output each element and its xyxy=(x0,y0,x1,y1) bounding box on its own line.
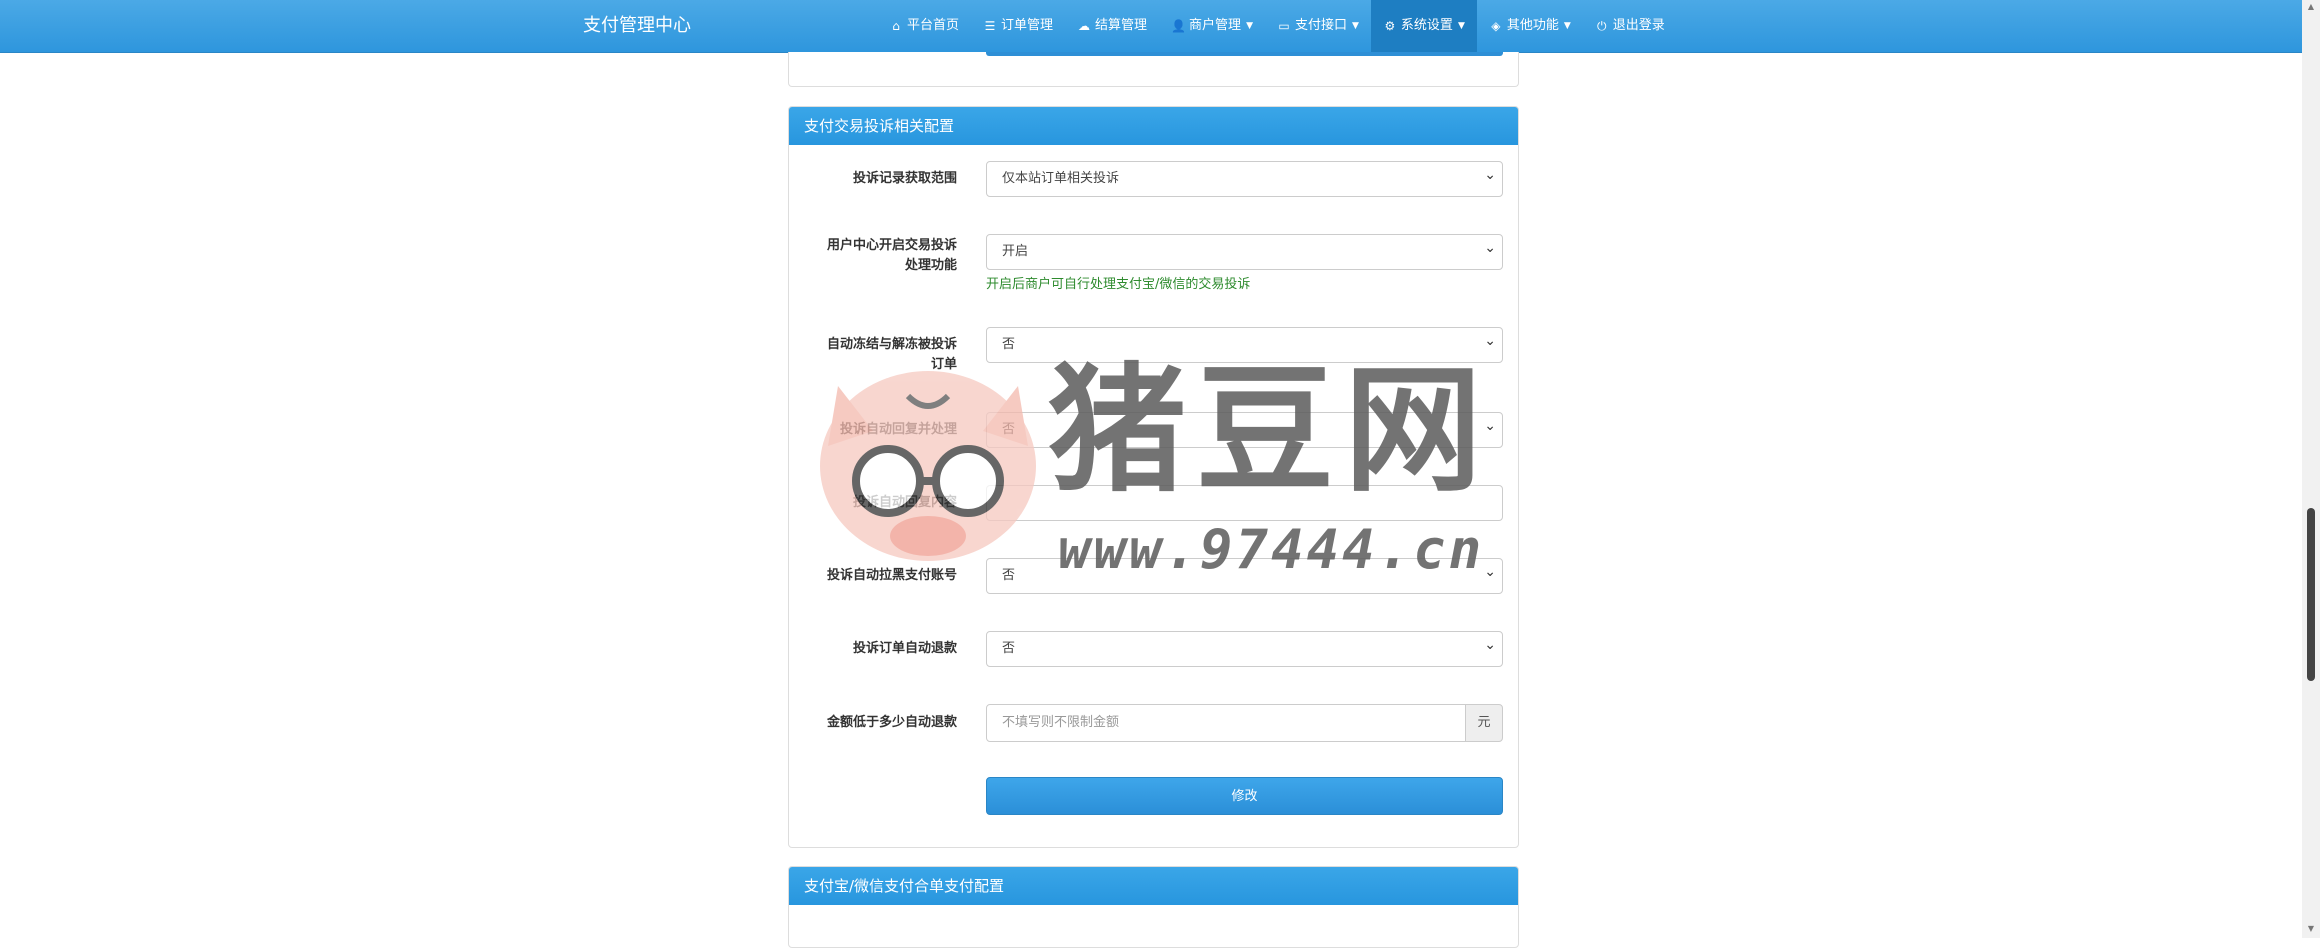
nav-item-label: 平台首页 xyxy=(907,18,960,33)
nav-item-label: 系统设置 xyxy=(1400,18,1453,33)
caret-down-icon: ▼ xyxy=(1352,21,1359,31)
list-icon: ☰ xyxy=(984,19,996,33)
auto-refund-select[interactable]: 否 xyxy=(986,628,1503,667)
help-text: 开启后商户可自行处理支付宝/微信的交易投诉 xyxy=(986,277,1251,292)
submit-button[interactable]: 修改 xyxy=(986,777,1503,815)
power-icon: ⏻ xyxy=(1597,19,1607,33)
previous-submit-button[interactable] xyxy=(986,52,1503,56)
field-label: 投诉自动回复内容 xyxy=(852,495,957,510)
gear-icon: ⚙ xyxy=(1384,19,1396,33)
nav-item-label: 其他功能 xyxy=(1506,18,1559,33)
field-label-line: 订单 xyxy=(930,357,957,372)
caret-down-icon: ▼ xyxy=(1563,21,1571,31)
nav-item-label: 商户管理 xyxy=(1189,18,1242,33)
currency-addon: 元 xyxy=(1465,704,1503,742)
reply-content-input[interactable] xyxy=(986,485,1503,521)
user-icon: 👤 xyxy=(1171,19,1186,33)
user-center-select[interactable]: 开启 xyxy=(986,231,1503,270)
field-label-line: 用户中心开启交易投诉 xyxy=(826,238,957,253)
complaint-config-panel: 支付交易投诉相关配置 投诉记录获取范围 仅本站订单相关投诉 用户中心开启交易投诉… xyxy=(788,106,1519,848)
field-label: 投诉记录获取范围 xyxy=(852,171,957,186)
top-navbar: 支付管理中心 ⌂ 平台首页 ☰ 订单管理 ☁ 结算管理 👤 商户管理 ▼ ▭ 支付接口 ▼ ⚙ 系统设置 ▼… xyxy=(0,0,2302,53)
nav-item-2[interactable]: ☁ 结算管理 xyxy=(1065,0,1159,52)
field-label: 投诉自动拉黑支付账号 xyxy=(826,568,957,583)
nav-item-5[interactable]: ⚙ 系统设置 ▼ xyxy=(1370,0,1477,52)
field-label-line: 自动冻结与解冻被投诉 xyxy=(826,337,957,352)
nav-item-7[interactable]: ⏻ 退出登录 xyxy=(1583,0,1677,52)
scroll-thumb[interactable] xyxy=(2307,508,2315,681)
field-label: 用户中心开启交易投诉 处理功能 xyxy=(789,236,957,276)
panel-heading: 支付交易投诉相关配置 xyxy=(789,107,1518,145)
cube-icon: ◈ xyxy=(1491,19,1501,33)
refund-limit-input[interactable]: 不填写则不限制金额 xyxy=(986,704,1466,742)
nav-item-label: 结算管理 xyxy=(1095,18,1148,33)
panel-heading: 支付宝/微信支付合单支付配置 xyxy=(789,867,1518,905)
caret-down-icon: ▼ xyxy=(1246,21,1253,31)
scroll-up-arrow-icon[interactable]: ▲ xyxy=(2302,2,2320,14)
field-label: 投诉订单自动退款 xyxy=(852,641,957,656)
field-label: 投诉自动回复并处理 xyxy=(839,422,957,437)
nav-item-label: 订单管理 xyxy=(1001,18,1054,33)
nav-item-label: 支付接口 xyxy=(1294,18,1347,33)
field-label-line: 处理功能 xyxy=(904,258,957,273)
brand-title[interactable]: 支付管理中心 xyxy=(583,0,691,52)
nav-item-1[interactable]: ☰ 订单管理 xyxy=(971,0,1065,52)
nav-item-0[interactable]: ⌂ 平台首页 xyxy=(877,0,971,52)
auto-reply-select[interactable]: 否 xyxy=(986,409,1503,448)
refund-limit-group: 不填写则不限制金额 元 xyxy=(986,704,1503,742)
previous-panel xyxy=(788,52,1519,87)
combined-payment-panel: 支付宝/微信支付合单支付配置 xyxy=(788,866,1519,948)
home-icon: ⌂ xyxy=(892,19,900,33)
field-label: 金额低于多少自动退款 xyxy=(826,715,957,730)
nav-item-4[interactable]: ▭ 支付接口 ▼ xyxy=(1265,0,1371,52)
main-nav: ⌂ 平台首页 ☰ 订单管理 ☁ 结算管理 👤 商户管理 ▼ ▭ 支付接口 ▼ ⚙ 系统设置 ▼ ◈ 其他功能 ▼ ⏻… xyxy=(877,0,1677,52)
nav-item-label: 退出登录 xyxy=(1612,18,1665,33)
caret-down-icon: ▼ xyxy=(1457,21,1465,31)
cloud-icon: ☁ xyxy=(1078,19,1091,33)
auto-freeze-select[interactable]: 否 xyxy=(986,324,1503,363)
scroll-down-arrow-icon[interactable]: ▼ xyxy=(2302,924,2320,936)
auto-blacklist-select[interactable]: 否 xyxy=(986,555,1503,594)
nav-item-3[interactable]: 👤 商户管理 ▼ xyxy=(1159,0,1265,52)
field-label: 自动冻结与解冻被投诉 订单 xyxy=(789,335,957,375)
credit-card-icon: ▭ xyxy=(1278,19,1290,33)
page-scrollbar[interactable]: ▲ ▼ xyxy=(2302,0,2320,938)
scope-select[interactable]: 仅本站订单相关投诉 xyxy=(986,158,1503,197)
nav-item-6[interactable]: ◈ 其他功能 ▼ xyxy=(1477,0,1583,52)
